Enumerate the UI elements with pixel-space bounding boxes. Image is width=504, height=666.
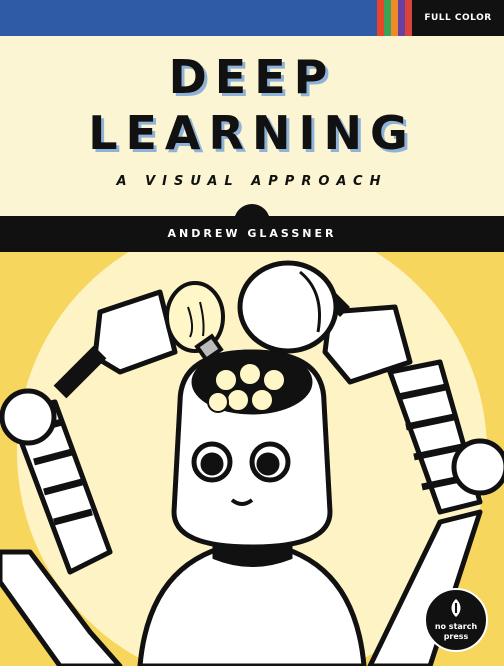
robot-head [171, 349, 333, 550]
book-title-line-2: LEARNING [88, 106, 416, 160]
color-stripes [377, 0, 412, 36]
full-color-badge: FULL COLOR [412, 0, 504, 36]
publisher-mark-icon [451, 599, 461, 617]
stripe-red-2 [405, 0, 412, 36]
author-name: ANDREW GLASSNER [167, 227, 337, 240]
publisher-logo: no starch press [424, 588, 488, 652]
book-subtitle: A VISUAL APPROACH [116, 174, 388, 189]
stripe-purple [398, 0, 405, 36]
robot-head-cap [237, 260, 339, 354]
publisher-name-line-2: press [443, 632, 469, 641]
book-title-line-1: DEEP [168, 50, 336, 104]
stripe-orange [391, 0, 398, 36]
stripe-red [377, 0, 384, 36]
publisher-name-line-1: no starch [434, 622, 478, 631]
stripe-green [384, 0, 391, 36]
